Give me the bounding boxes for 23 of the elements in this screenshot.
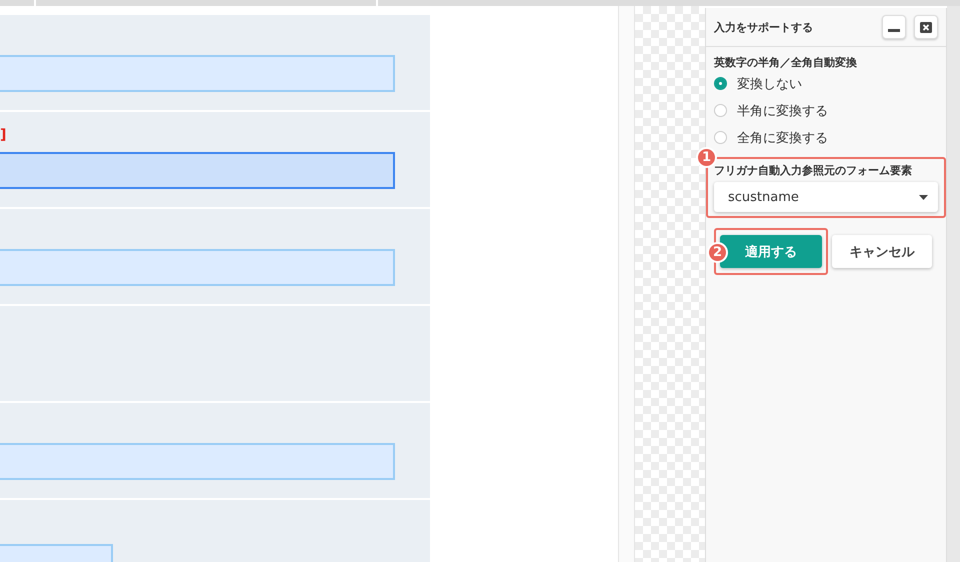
close-button[interactable] xyxy=(914,15,938,39)
input-field[interactable] xyxy=(0,443,395,480)
input-field[interactable] xyxy=(0,152,395,189)
input-field[interactable] xyxy=(0,55,395,92)
radio-option[interactable]: 変換しない xyxy=(714,70,938,97)
minimize-icon xyxy=(888,29,900,33)
input-field[interactable] xyxy=(0,249,395,286)
minimize-button[interactable] xyxy=(882,15,906,39)
field-label: フリガナ自動入力参照元のフォーム要素 xyxy=(714,163,913,178)
panel-title: 入力をサポートする xyxy=(714,20,814,34)
close-icon xyxy=(920,22,932,32)
required-note: ] xyxy=(0,127,6,143)
step-badge: 1 xyxy=(696,147,717,168)
radio-button[interactable] xyxy=(714,77,727,90)
radio-option[interactable]: 全角に変換する xyxy=(714,124,938,151)
select-dropdown[interactable]: scustname xyxy=(714,182,938,212)
radio-button[interactable] xyxy=(714,131,727,144)
section-label: 英数字の半角／全角自動変換 xyxy=(714,55,858,70)
radio-button[interactable] xyxy=(714,104,727,117)
radio-option[interactable]: 半角に変換する xyxy=(714,97,938,124)
cancel-button[interactable]: キャンセル xyxy=(832,235,932,268)
step-badge: 2 xyxy=(707,242,728,263)
caret-icon xyxy=(919,194,928,200)
